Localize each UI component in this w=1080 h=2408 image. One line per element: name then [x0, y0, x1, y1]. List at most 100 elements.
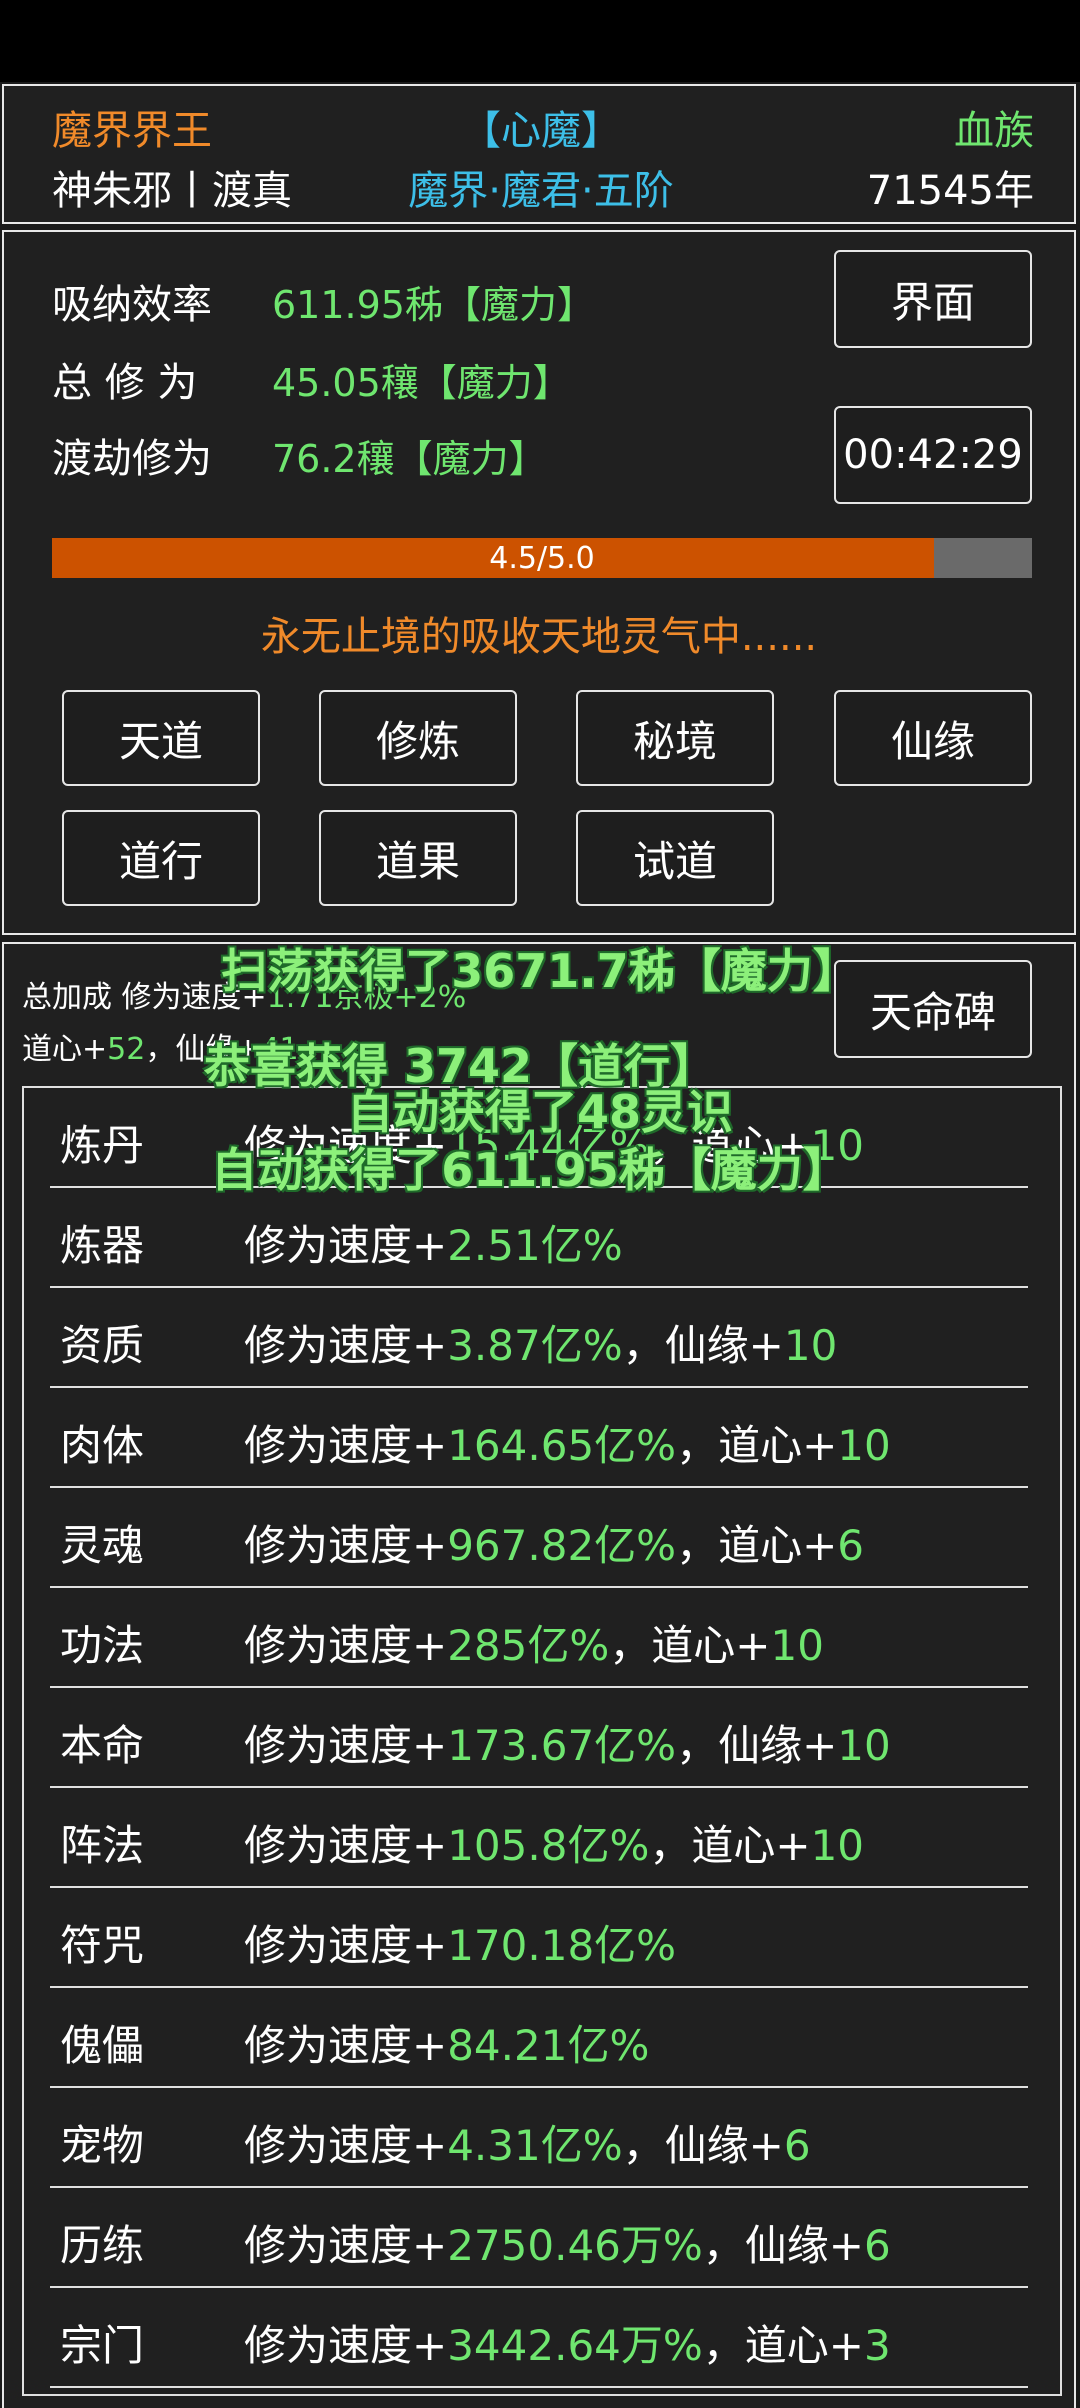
bonus-row-extra-value: 10: [837, 1421, 891, 1470]
bonus-row[interactable]: 宗门 修为速度+3442.64万%，道心+3: [50, 2288, 1028, 2388]
bonus-row-name: 宠物: [60, 2121, 145, 2170]
bonus-row-extra-label: ，仙缘+: [622, 2121, 784, 2170]
bonus-row-extra-label: ，道心+: [649, 1821, 811, 1870]
bonus-row-value: 105.8亿%: [447, 1821, 650, 1870]
interface-button[interactable]: 界面: [834, 250, 1032, 348]
bonus-row-prefix: 修为速度+: [244, 1221, 448, 1270]
progress-text: 4.5/5.0: [489, 540, 595, 576]
character-header: 魔界界王 【心魔】 血族 神朱邪丨渡真 魔界·魔君·五阶 71545年: [2, 84, 1076, 224]
bonus-row-extra-value: 6: [864, 2221, 891, 2270]
bonus-row-value: 164.65亿%: [447, 1421, 677, 1470]
bonus-row-extra-value: 3: [864, 2321, 891, 2370]
bonus-row[interactable]: 阵法 修为速度+105.8亿%，道心+10: [50, 1788, 1028, 1888]
bonus-row-value: 285亿%: [447, 1621, 610, 1670]
tribulation-label: 渡劫修为: [52, 436, 212, 482]
daoxing-button[interactable]: 道行: [62, 810, 260, 906]
trial-dao-button[interactable]: 试道: [576, 810, 774, 906]
bonus-row-value: 3.87亿%: [447, 1321, 623, 1370]
absorb-rate-label: 吸纳效率: [52, 282, 212, 328]
cultivate-button[interactable]: 修炼: [319, 690, 517, 786]
bonus-row[interactable]: 本命 修为速度+173.67亿%，仙缘+10: [50, 1688, 1028, 1788]
bonus-row-prefix: 修为速度+: [244, 1521, 448, 1570]
bonus-row-name: 阵法: [60, 1821, 145, 1870]
bonus-row[interactable]: 肉体 修为速度+164.65亿%，道心+10: [50, 1388, 1028, 1488]
bonus-row[interactable]: 灵魂 修为速度+967.82亿%，道心+6: [50, 1488, 1028, 1588]
bonus-row[interactable]: 宠物 修为速度+4.31亿%，仙缘+6: [50, 2088, 1028, 2188]
bonus-row-prefix: 修为速度+: [244, 1421, 448, 1470]
bonus-row-value: 170.18亿%: [447, 1921, 677, 1970]
bonus-list: 炼丹 修为速度+15.44亿%，道心+10 炼器 修为速度+2.51亿% 资质 修为速度+…: [22, 1086, 1062, 2396]
bonus-row-desc: 修为速度+173.67亿%，仙缘+10: [244, 1712, 891, 1773]
bonus-row-extra-value: 10: [770, 1621, 824, 1670]
bonus-row-value: 4.31亿%: [447, 2121, 623, 2170]
race-label: 血族: [954, 108, 1034, 154]
bonus-row-prefix: 修为速度+: [244, 1721, 448, 1770]
bonus-row-desc: 修为速度+170.18亿%: [244, 1912, 676, 1973]
bonus-row-prefix: 修为速度+: [244, 1821, 448, 1870]
bonus-row-name: 傀儡: [60, 2021, 145, 2070]
bonus-row[interactable]: 资质 修为速度+3.87亿%，仙缘+10: [50, 1288, 1028, 1388]
bonus-row-prefix: 修为速度+: [244, 1621, 448, 1670]
bonus-row-desc: 修为速度+3.87亿%，仙缘+10: [244, 1312, 837, 1373]
dao-fruit-button[interactable]: 道果: [319, 810, 517, 906]
bonus-row[interactable]: 历练 修为速度+2750.46万%，仙缘+6: [50, 2188, 1028, 2288]
bonus-row-extra-label: ，道心+: [702, 2321, 864, 2370]
bonus-row-value: 3442.64万%: [447, 2321, 703, 2370]
bonus-row-desc: 修为速度+2.51亿%: [244, 1212, 623, 1273]
bonus-row-extra-value: 10: [810, 1821, 865, 1870]
timer-button[interactable]: 00:42:29: [834, 406, 1032, 504]
bonus-row-desc: 修为速度+84.21亿%: [244, 2012, 649, 2073]
age-label: 71545年: [866, 168, 1034, 214]
bonus-row-desc: 修为速度+967.82亿%，道心+6: [244, 1512, 864, 1573]
bonus-row-name: 炼器: [60, 1221, 145, 1270]
bonus-row-name: 资质: [60, 1321, 145, 1370]
total-cultivation-value: 45.05穰【魔力】: [272, 361, 571, 405]
bonus-row-extra-label: ，道心+: [676, 1521, 838, 1570]
bonus-row[interactable]: 符咒 修为速度+170.18亿%: [50, 1888, 1028, 1988]
bonus-row-name: 符咒: [60, 1921, 145, 1970]
notification-sweep: 扫荡获得了3671.7秭【魔力】: [221, 944, 859, 998]
bonus-row-desc: 修为速度+285亿%，道心+10: [244, 1612, 824, 1673]
bonus-row-value: 173.67亿%: [447, 1721, 677, 1770]
bonus-row-extra-label: ，仙缘+: [676, 1721, 838, 1770]
bonus-row-prefix: 修为速度+: [244, 1921, 448, 1970]
bonus-row-prefix: 修为速度+: [244, 2221, 448, 2270]
bonus-row-extra-value: 6: [837, 1521, 865, 1570]
tiandao-button[interactable]: 天道: [62, 690, 260, 786]
immortal-fate-button[interactable]: 仙缘: [834, 690, 1032, 786]
secret-realm-button[interactable]: 秘境: [576, 690, 774, 786]
bonus-row-name: 历练: [60, 2221, 145, 2270]
cultivation-panel: 吸纳效率 611.95秭【魔力】 总 修 为 45.05穰【魔力】 渡劫修为 7…: [2, 230, 1076, 935]
bonus-row-desc: 修为速度+3442.64万%，道心+3: [244, 2312, 891, 2373]
bonus-row-desc: 修为速度+2750.46万%，仙缘+6: [244, 2212, 891, 2273]
notification-auto-magic: 自动获得了611.95秭【魔力】: [211, 1143, 849, 1197]
bonus-row[interactable]: 炼器 修为速度+2.51亿%: [50, 1188, 1028, 1288]
bonus-row-prefix: 修为速度+: [244, 2321, 448, 2370]
bonus-row-value: 967.82亿%: [447, 1521, 677, 1570]
bonus-row-extra-label: ，道心+: [676, 1421, 838, 1470]
bonus-row-prefix: 修为速度+: [244, 2021, 448, 2070]
status-bar: [0, 0, 1080, 82]
bonus-row-desc: 修为速度+105.8亿%，道心+10: [244, 1812, 864, 1873]
breakthrough-progress-bar: 4.5/5.0: [52, 538, 1032, 578]
bonus-row-extra-label: ，仙缘+: [622, 1321, 784, 1370]
bonus-row[interactable]: 功法 修为速度+285亿%，道心+10: [50, 1588, 1028, 1688]
bonus-row-prefix: 修为速度+: [244, 2121, 448, 2170]
cultivation-status-text: 永无止境的吸收天地灵气中......: [260, 614, 818, 660]
bonus-row-name: 本命: [60, 1721, 145, 1770]
bonus-row-extra-label: ，仙缘+: [702, 2221, 864, 2270]
notification-spirit-sense: 自动获得了48灵识: [346, 1085, 733, 1139]
bonus-row-name: 宗门: [60, 2321, 145, 2370]
tribulation-value: 76.2穰【魔力】: [272, 437, 547, 481]
bonus-row-name: 肉体: [60, 1421, 145, 1470]
bonus-row-desc: 修为速度+164.65亿%，道心+10: [244, 1412, 891, 1473]
total-cultivation-label: 总 修 为: [52, 360, 198, 406]
bonus-row-desc: 修为速度+4.31亿%，仙缘+6: [244, 2112, 811, 2173]
bonus-row-value: 84.21亿%: [447, 2021, 650, 2070]
bonus-row[interactable]: 傀儡 修为速度+84.21亿%: [50, 1988, 1028, 2088]
bonus-row-extra-value: 6: [783, 2121, 811, 2170]
heart-demon-label[interactable]: 【心魔】: [4, 98, 1078, 156]
bonus-row-prefix: 修为速度+: [244, 1321, 448, 1370]
bonus-row-extra-value: 10: [783, 1321, 838, 1370]
bonus-row-name: 功法: [60, 1621, 145, 1670]
